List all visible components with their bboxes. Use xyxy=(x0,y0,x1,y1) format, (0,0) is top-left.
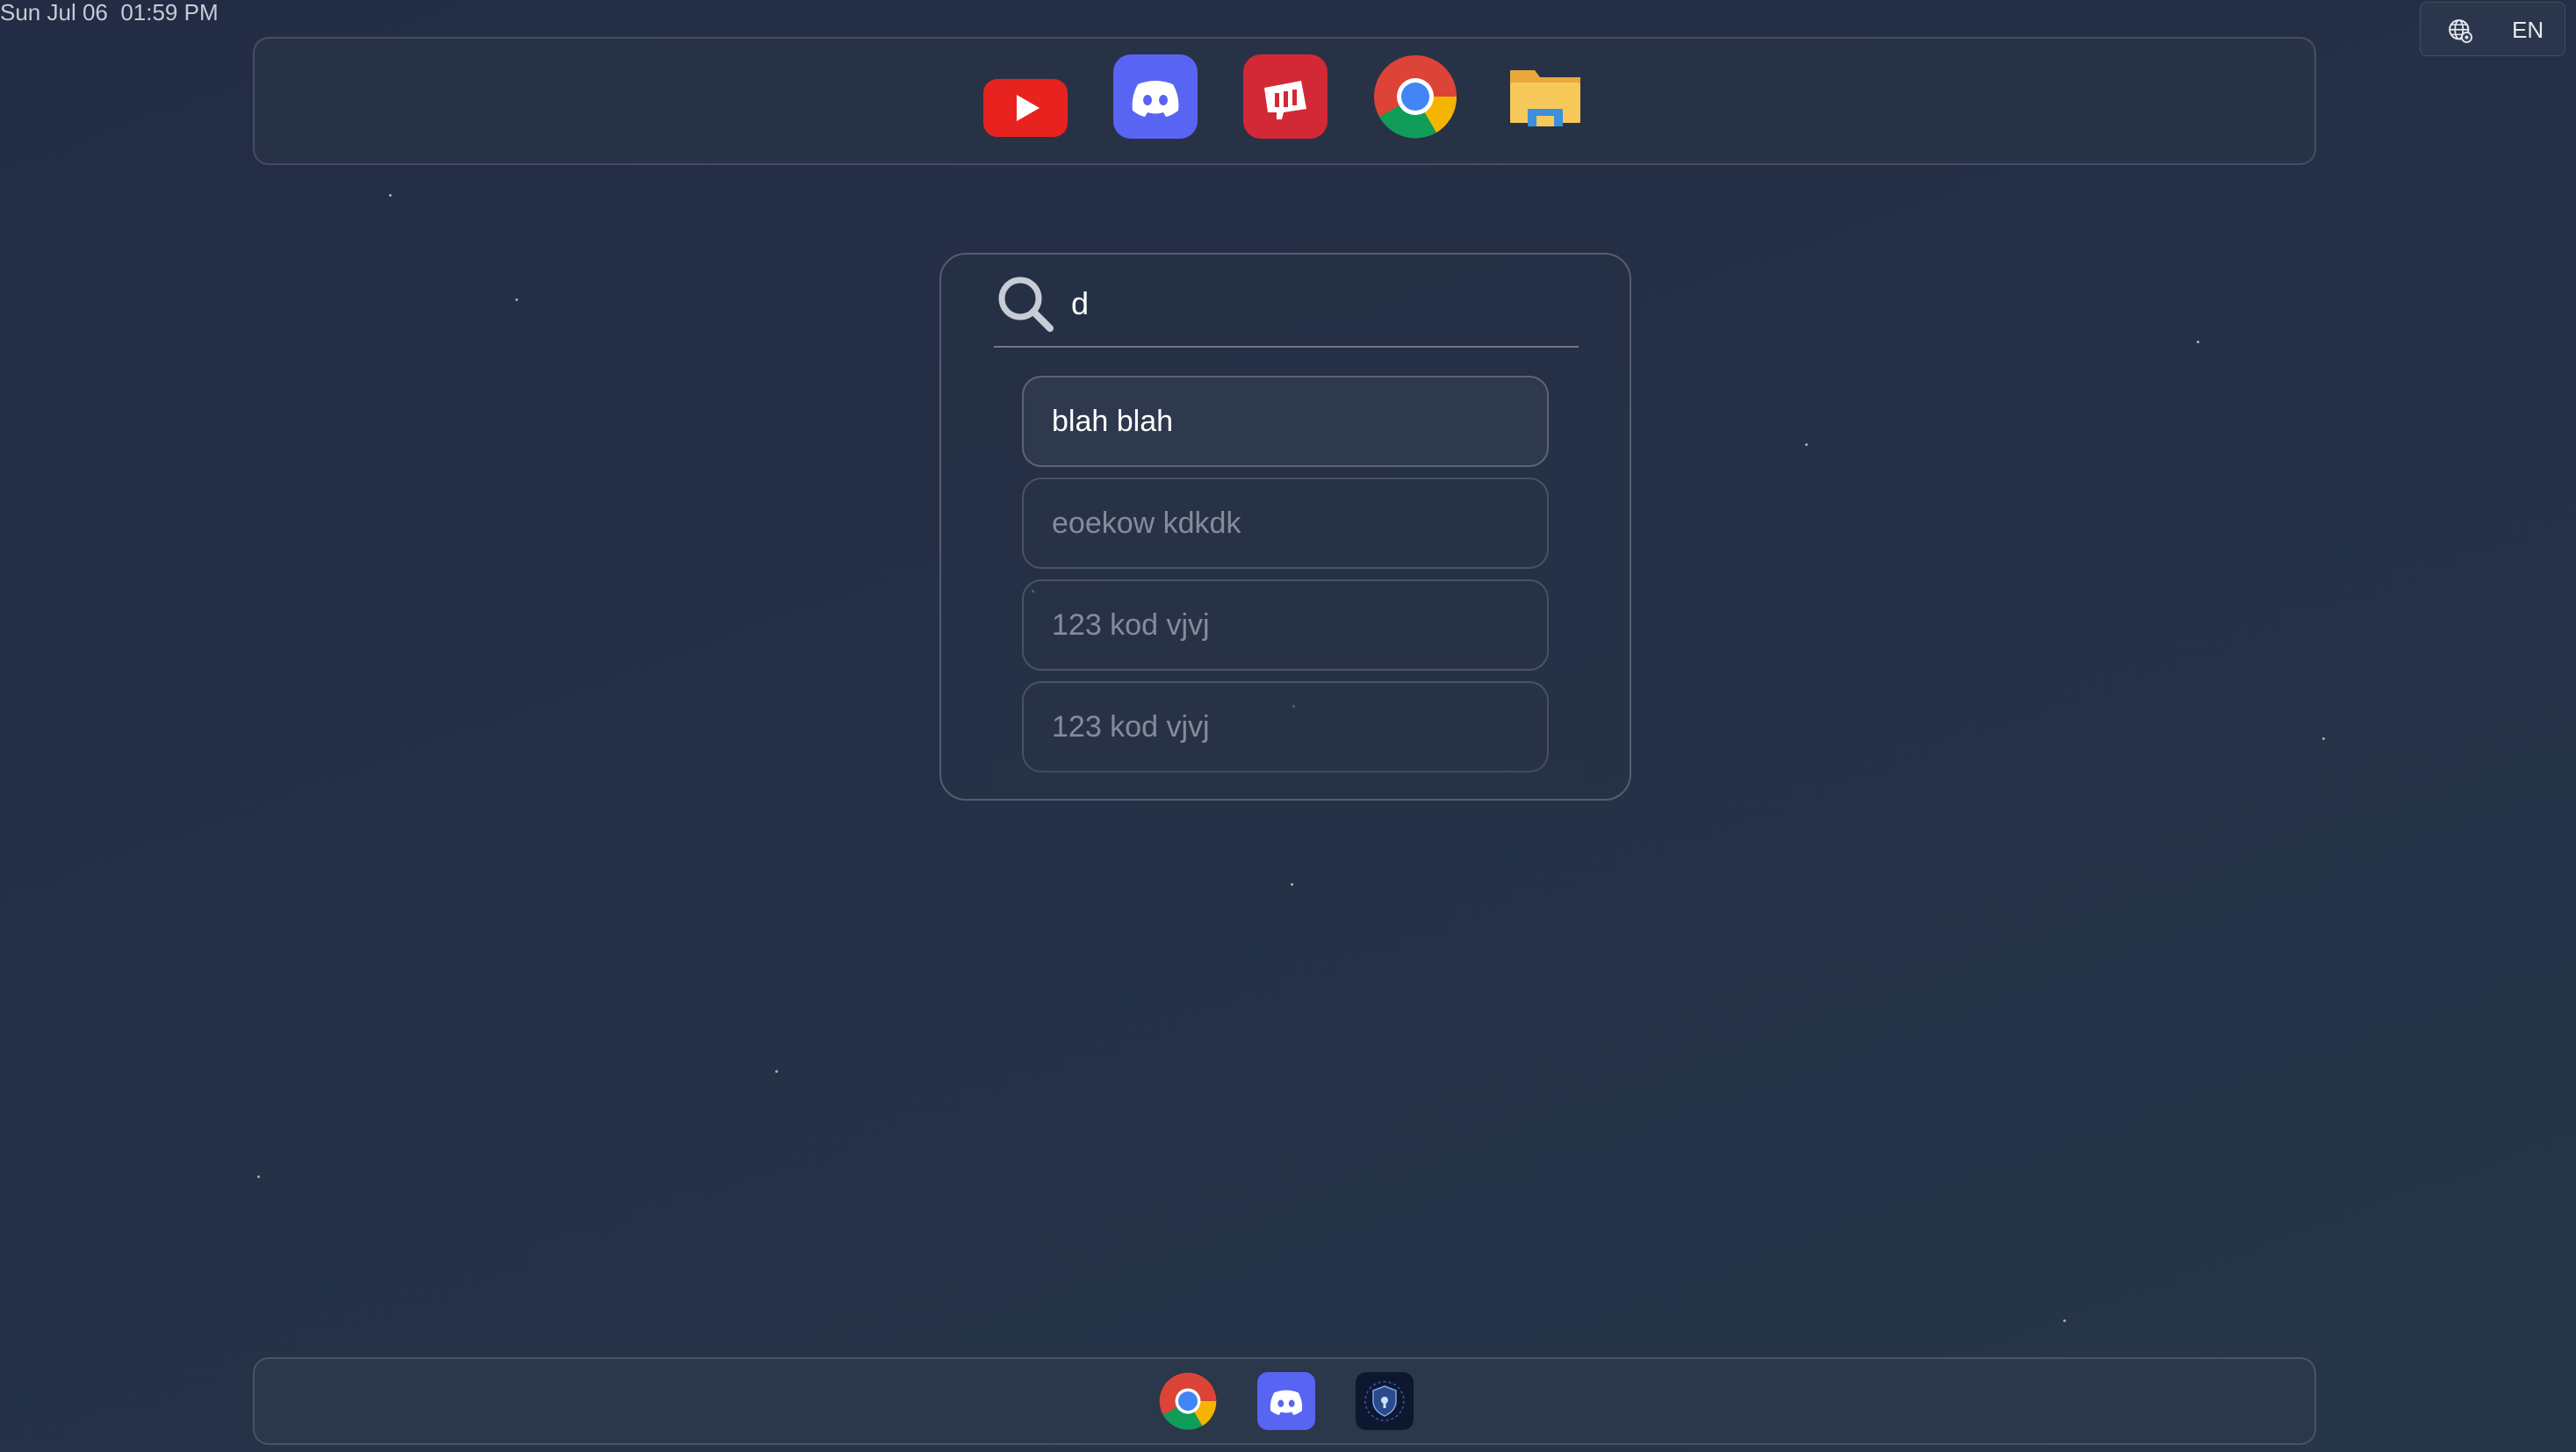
search-result-item[interactable]: 123 kod vjvj xyxy=(1022,579,1549,671)
riot-games-icon xyxy=(1264,81,1306,119)
background-star xyxy=(1805,443,1808,446)
file-explorer-app-button[interactable] xyxy=(1503,54,1587,139)
search-result-item[interactable]: eoekow kdkdk xyxy=(1022,478,1549,569)
search-underline xyxy=(994,346,1579,348)
search-icon xyxy=(998,277,1054,332)
search-panel: blah blah eoekow kdkdk 123 kod vjvj 123 … xyxy=(939,253,1631,801)
chrome-app-button[interactable] xyxy=(1373,54,1457,139)
dock-security-app-button[interactable] xyxy=(1356,1372,1414,1430)
youtube-app-button[interactable] xyxy=(983,63,1068,147)
chrome-icon xyxy=(1159,1372,1217,1430)
file-explorer-icon xyxy=(1510,70,1580,126)
chrome-icon xyxy=(1374,55,1457,139)
background-star xyxy=(775,1070,778,1073)
dock-discord-button[interactable] xyxy=(1257,1372,1315,1430)
top-app-bar xyxy=(253,37,2316,165)
riot-app-button[interactable] xyxy=(1243,54,1328,139)
background-star xyxy=(389,194,392,197)
background-star xyxy=(2197,341,2199,343)
bottom-dock xyxy=(253,1357,2316,1445)
dock-chrome-button[interactable] xyxy=(1159,1372,1217,1430)
datetime-display: Sun Jul 06 01:59 PM xyxy=(0,0,219,25)
globe-settings-icon xyxy=(2449,19,2472,43)
language-switcher[interactable]: EN xyxy=(2420,2,2565,56)
discord-app-button[interactable] xyxy=(1113,54,1198,139)
language-code: EN xyxy=(2512,17,2544,43)
background-star xyxy=(2322,737,2325,740)
shield-app-icon xyxy=(1364,1381,1405,1421)
youtube-icon xyxy=(983,79,1068,137)
results-fade-overlay xyxy=(994,755,1579,790)
search-result-item[interactable]: blah blah xyxy=(1022,376,1549,467)
background-star xyxy=(2063,1319,2066,1322)
discord-icon xyxy=(1132,81,1179,117)
search-input[interactable] xyxy=(1071,279,1563,328)
search-results-list[interactable]: blah blah eoekow kdkdk 123 kod vjvj 123 … xyxy=(994,376,1579,790)
background-star xyxy=(515,298,518,301)
background-star xyxy=(1291,883,1293,886)
discord-icon xyxy=(1270,1390,1303,1415)
background-star xyxy=(257,1175,260,1178)
